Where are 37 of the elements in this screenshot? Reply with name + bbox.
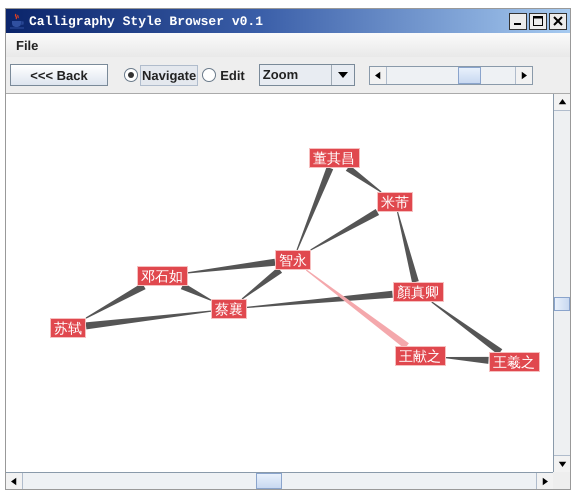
graph-node[interactable]: 邓石如: [136, 266, 188, 286]
up-arrow-icon: [558, 99, 566, 105]
menu-item[interactable]: File: [16, 38, 38, 52]
scrollbar-thumb[interactable]: [458, 66, 482, 84]
maximize-button[interactable]: [529, 12, 547, 30]
minimize-icon: [514, 23, 520, 25]
back-button[interactable]: <<< Back: [10, 64, 108, 86]
caret-icon: [336, 71, 349, 79]
graph-node[interactable]: 米芾: [377, 192, 413, 212]
left-arrow-icon: [11, 476, 17, 486]
right-arrow-icon: [542, 476, 548, 486]
vertical-scrollbar[interactable]: [553, 94, 570, 472]
zoom-scrollbar[interactable]: [368, 66, 533, 84]
zoom-dropdown[interactable]: Zoom: [258, 64, 355, 86]
close-icon: [552, 15, 564, 27]
graph-node[interactable]: 蔡襄: [211, 299, 247, 319]
window-title: Calligraphy Style Browser v0.1: [29, 14, 264, 28]
right-arrow-icon: [520, 70, 527, 80]
maximize-icon: [532, 15, 544, 27]
graph-node[interactable]: 顏真卿: [392, 282, 444, 302]
horizontal-scrollbar[interactable]: [6, 472, 553, 489]
graph-node[interactable]: 苏轼: [50, 318, 86, 338]
radio-button[interactable]: [124, 68, 138, 82]
down-arrow-icon: [558, 461, 566, 467]
scrollbar-thumb[interactable]: [256, 473, 282, 489]
radio-label[interactable]: Navigate: [140, 64, 198, 86]
graph-node[interactable]: 王羲之: [488, 352, 540, 372]
graph-node[interactable]: 王献之: [394, 346, 446, 366]
radio-button[interactable]: [202, 68, 216, 82]
radio-label[interactable]: Edit: [218, 64, 247, 86]
close-button[interactable]: [549, 12, 567, 30]
coffee-cup-icon: [9, 13, 25, 29]
left-arrow-icon: [374, 70, 381, 80]
graph-node[interactable]: 董其昌: [308, 148, 360, 168]
graph-node[interactable]: 智永: [275, 250, 311, 270]
minimize-button[interactable]: [509, 12, 527, 30]
scrollbar-thumb[interactable]: [554, 296, 570, 311]
